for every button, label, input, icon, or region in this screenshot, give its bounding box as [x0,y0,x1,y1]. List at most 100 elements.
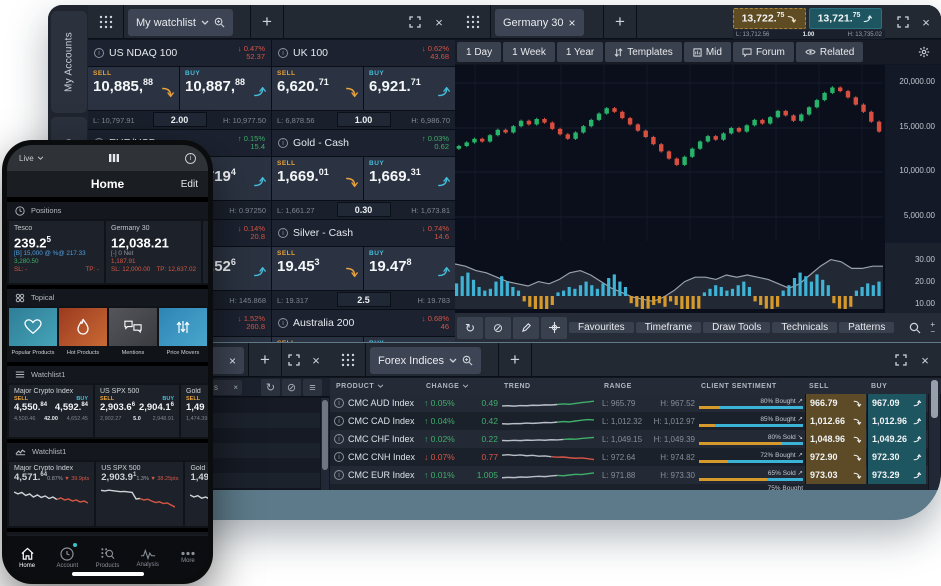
close-icon[interactable]: × [308,352,324,368]
forex-tab[interactable]: Forex Indices [370,347,481,374]
tile-price-movers[interactable]: Price Movers [159,308,207,360]
close-icon[interactable]: × [431,14,447,30]
tile-popular-products[interactable]: Popular Products [9,308,57,360]
nav-home[interactable]: Home [7,536,47,579]
panel-grid-icon[interactable] [330,343,366,377]
instrument-name-row[interactable]: i Australia 200 ↓ 0.68% 46 [272,310,455,336]
info-icon[interactable]: i [185,153,196,164]
instrument-name-row[interactable]: i Silver - Cash ↓ 0.74% 14.6 [272,220,455,246]
close-tab-icon[interactable]: × [569,16,576,30]
spark-card[interactable]: US SPX 500 2,903.91 1.3% ▼ 38.25pts [96,462,183,526]
instrument-name-row[interactable]: i Gold - Cash ↑ 0.03% 0.62 [272,130,455,156]
info-icon[interactable]: i [334,416,344,426]
positions-section-header[interactable]: Positions [7,202,208,219]
buy-price-box[interactable]: BUY [364,337,455,342]
buy-price-box[interactable]: BUY 1,669.31 [364,157,455,200]
expand-icon[interactable] [893,352,909,368]
instrument-name-row[interactable]: i UK 100 ↓ 0.62% 43.68 [272,40,455,66]
clear-drawings-icon[interactable]: ⊘ [485,317,511,339]
zoom-stepper[interactable]: +− [930,321,939,335]
scrollbar[interactable] [929,378,940,490]
sidebar-tab-my-accounts[interactable]: My Accounts [51,11,87,113]
mid-button[interactable]: Mid [684,42,731,62]
crosshair-icon[interactable] [541,317,567,339]
timeframe-1day-button[interactable]: 1 Day [457,42,501,62]
forex-table-row[interactable]: iCMC AUD Index ↑ 0.05% 0.49 L: 965.79H: … [330,394,928,412]
spark-card[interactable]: Gold 1,494.8 [185,462,208,526]
buy-price-button[interactable]: 1,049.26 [867,430,926,448]
info-icon[interactable]: i [334,398,344,408]
tile-mentions[interactable]: Mentions [109,308,157,360]
info-icon[interactable]: i [278,228,288,238]
quote-card[interactable]: US SPX 500 SELLBUY 2,903.66 2,904.16 2,9… [95,385,179,437]
quote-card[interactable]: Gold SELLBUY 1,49 1,474.39 [181,385,208,437]
buy-price-button[interactable]: 967.09 [867,394,926,412]
col-sell[interactable]: SELL [809,378,829,394]
check-circle-icon[interactable]: ⊘ [282,379,301,396]
position-card[interactable]: Germany 30 12,038.21 [-] 0 Net 1,187.91 … [106,221,201,283]
refresh-icon[interactable]: ↻ [457,317,483,339]
quote-card[interactable]: Major Crypto Index SELLBUY 4,550.84 4,59… [9,385,93,437]
add-tab-button[interactable]: + [248,343,282,377]
forex-table-row[interactable]: iCMC CHF Index ↑ 0.02% 0.22 L: 1,049.15H… [330,430,928,448]
add-tab-button[interactable]: + [498,343,532,377]
buy-price-button[interactable]: 972.30 [867,448,926,466]
watchlist-section-header[interactable]: Watchlist1 [7,443,208,460]
templates-button[interactable]: Templates [605,42,682,62]
watchlist-section-header[interactable]: Watchlist1 [7,366,208,383]
chart-tab[interactable]: Germany 30 × [495,9,584,36]
info-icon[interactable]: i [94,48,104,58]
col-client-sentiment[interactable]: CLIENT SENTIMENT [701,378,777,394]
refresh-icon[interactable]: ↻ [261,379,280,396]
close-icon[interactable]: × [918,14,934,30]
technicals-button[interactable]: Technicals [772,322,837,333]
info-icon[interactable]: i [278,318,288,328]
close-tab-icon[interactable]: × [229,354,236,368]
position-card[interactable]: Tesco 239.25 [B] 15,000 @ %@ 217.33 3,28… [9,221,104,283]
buy-price-button[interactable]: 1,012.96 [867,412,926,430]
related-button[interactable]: Related [796,42,863,62]
add-tab-button[interactable]: + [603,5,637,39]
chart-settings-button[interactable] [909,42,939,62]
spark-card[interactable]: Major Crypto Index 4,571.64 0.87% ▼ 39.9… [9,462,94,526]
draw-tools-button[interactable]: Draw Tools [703,322,770,333]
timeframe-1week-button[interactable]: 1 Week [503,42,555,62]
position-card[interactable]: Maj 4, [B] 5 151 S [203,221,208,283]
list-view-icon[interactable]: ≡ [303,379,322,396]
timeframe-button[interactable]: Timeframe [636,322,701,333]
info-icon[interactable]: i [278,48,288,58]
timeframe-1year-button[interactable]: 1 Year [557,42,603,62]
account-mode-selector[interactable]: Live [19,154,44,163]
sell-price-button[interactable]: 972.90 [805,448,866,466]
col-change[interactable]: CHANGE [426,378,469,394]
sell-price-button[interactable]: 1,012.66 [805,412,866,430]
buy-price-box[interactable]: BUY 19.478 [364,247,455,290]
sell-price-box[interactable]: SELL 10,885,88 [88,67,179,110]
add-tab-button[interactable]: + [250,5,284,39]
forex-table-row[interactable]: iCMC CAD Index ↑ 0.04% 0.42 L: 1,012.32H… [330,412,928,430]
buy-price-box[interactable]: BUY 6,921.71 [364,67,455,110]
patterns-button[interactable]: Patterns [839,322,894,333]
instrument-name-row[interactable]: i US NDAQ 100 ↓ 0.47% 52.37 [88,40,271,66]
info-icon[interactable]: i [334,470,344,480]
sell-price-button[interactable]: 966.79 [805,394,866,412]
sell-price-box[interactable]: SELL 1,669.01 [272,157,363,200]
close-icon[interactable]: × [233,383,238,392]
chart-plot-area[interactable]: 20,000.0015,000.0010,000.005,000.00 30.0… [455,65,941,315]
scrollbar[interactable] [321,398,329,490]
forum-button[interactable]: Forum [733,42,794,62]
forex-table-row[interactable]: iCMC EUR Index ↑ 0.01% 1.005 L: 971.88H:… [330,466,928,484]
col-product[interactable]: PRODUCT [336,378,384,394]
info-icon[interactable]: i [334,452,344,462]
edit-button[interactable]: Edit [181,179,198,190]
info-icon[interactable]: i [278,138,288,148]
sell-price-box[interactable]: SELL 19.453 [272,247,363,290]
sell-price-button[interactable]: 973.03 [805,466,866,484]
nav-more[interactable]: More [168,536,208,579]
search-icon[interactable] [902,317,928,339]
col-range[interactable]: RANGE [604,378,632,394]
sell-price-button[interactable]: 1,048.96 [805,430,866,448]
forex-table-row[interactable]: iCMC CNH Index ↓ 0.07% 0.77 L: 972.64H: … [330,448,928,466]
sell-price-box[interactable]: SELL [272,337,363,342]
info-icon[interactable]: i [334,434,344,444]
